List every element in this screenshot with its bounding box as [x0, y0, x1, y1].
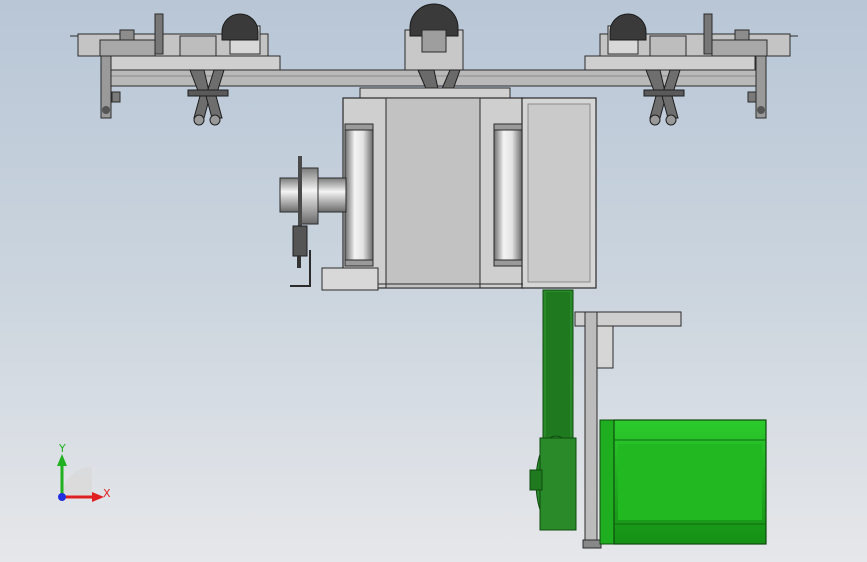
drive-motor[interactable] [599, 419, 767, 545]
coordinate-triad-icon: Y X [57, 442, 111, 502]
main-housing[interactable] [321, 87, 597, 291]
assembly-model[interactable]: Y X [0, 0, 867, 562]
drive-belt[interactable] [529, 289, 577, 531]
cad-graphics-viewport[interactable]: Y X [0, 0, 867, 562]
triad-y-label: Y [58, 442, 66, 455]
triad-x-label: X [103, 487, 111, 500]
left-shaft-pulley[interactable] [279, 156, 347, 287]
